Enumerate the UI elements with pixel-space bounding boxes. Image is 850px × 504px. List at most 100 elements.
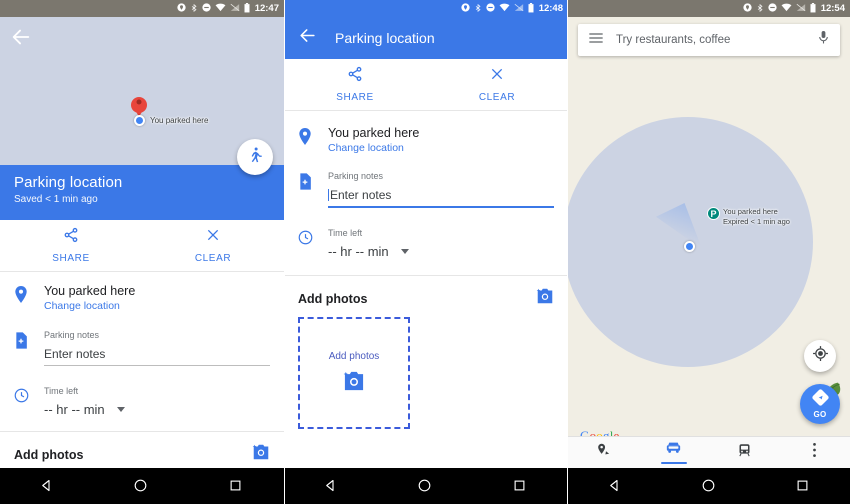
location-row-title: You parked here <box>44 284 136 298</box>
signal-off-icon <box>230 3 240 14</box>
status-bar-clock: 12:48 <box>538 3 563 14</box>
bottom-nav-active-indicator <box>660 461 687 465</box>
add-photos-dropzone-label: Add photos <box>328 350 380 362</box>
change-location-link[interactable]: Change location <box>328 142 554 154</box>
go-button[interactable]: GO <box>800 384 840 424</box>
my-location-button[interactable] <box>804 340 836 372</box>
share-button[interactable]: SHARE <box>284 59 426 110</box>
status-bar: 12:54 <box>568 0 850 17</box>
do-not-disturb-icon <box>486 3 495 14</box>
time-left-value: -- hr -- min <box>44 402 105 417</box>
walking-directions-fab[interactable] <box>237 139 273 175</box>
time-left-select[interactable]: -- hr -- min <box>44 402 270 417</box>
clear-button-label: CLEAR <box>478 92 516 103</box>
bottom-nav-item-transit[interactable] <box>709 443 780 463</box>
close-icon <box>205 227 221 248</box>
change-location-link[interactable]: Change location <box>44 300 270 312</box>
go-button-label: GO <box>813 410 827 419</box>
add-photos-header: Add photos <box>284 276 568 317</box>
close-icon <box>489 66 505 87</box>
signal-off-icon <box>796 3 806 14</box>
chevron-down-icon <box>116 407 125 412</box>
notes-field-label: Parking notes <box>328 171 384 181</box>
share-icon <box>347 66 363 87</box>
battery-icon <box>528 2 534 15</box>
parking-pin-icon <box>131 97 147 113</box>
parking-marker[interactable]: You parked here <box>131 97 208 126</box>
walking-person-icon <box>246 146 264 169</box>
battery-icon <box>244 2 250 15</box>
microphone-icon[interactable] <box>817 30 830 50</box>
app-bar-title: Parking location <box>335 30 435 46</box>
search-bar[interactable]: Try restaurants, coffee <box>578 24 840 56</box>
notes-row[interactable]: Parking notes Enter notes <box>284 154 568 208</box>
bottom-navigation-bar <box>568 436 850 468</box>
back-arrow-icon[interactable] <box>10 26 32 48</box>
bottom-nav-item-explore[interactable] <box>568 443 639 462</box>
clock-icon <box>298 228 328 259</box>
share-icon <box>63 227 79 248</box>
location-row[interactable]: You parked here Change location <box>284 111 568 154</box>
clock-icon <box>14 386 44 417</box>
signal-off-icon <box>514 3 524 14</box>
wifi-icon <box>781 3 792 14</box>
notes-row[interactable]: Parking notes Enter notes <box>0 312 284 366</box>
back-arrow-icon[interactable] <box>298 26 317 50</box>
share-button[interactable]: SHARE <box>0 220 142 271</box>
status-bar: 12:48 <box>284 0 568 17</box>
bluetooth-icon <box>190 3 198 15</box>
parking-badge-icon: P <box>707 207 720 220</box>
nav-recents-square-icon[interactable] <box>795 478 812 495</box>
nav-back-triangle-icon[interactable] <box>39 478 56 495</box>
bottom-nav-item-driving[interactable] <box>639 441 710 465</box>
clear-button[interactable]: CLEAR <box>426 59 568 110</box>
action-bar: SHARE CLEAR <box>0 220 284 272</box>
location-row-title: You parked here <box>328 126 420 140</box>
time-left-label: Time left <box>328 228 363 238</box>
notes-input-placeholder: Enter notes <box>330 188 392 202</box>
note-add-icon <box>298 171 328 208</box>
parking-marker-label: You parked here Expired < 1 min ago <box>723 207 790 227</box>
nav-home-circle-icon[interactable] <box>133 478 150 495</box>
share-button-label: SHARE <box>52 253 90 264</box>
status-bar: 12:47 <box>0 0 284 17</box>
notes-input[interactable]: Enter notes <box>328 188 554 208</box>
bottom-nav-item-more[interactable] <box>780 442 850 463</box>
place-pin-icon <box>14 284 44 312</box>
time-left-row[interactable]: Time left -- hr -- min <box>0 366 284 417</box>
nav-recents-square-icon[interactable] <box>228 478 245 495</box>
status-bar-clock: 12:47 <box>254 3 279 14</box>
add-photo-camera-icon <box>343 371 365 396</box>
time-left-row[interactable]: Time left -- hr -- min <box>284 208 568 259</box>
nav-recents-square-icon[interactable] <box>512 478 529 495</box>
status-bar-clock: 12:54 <box>820 3 845 14</box>
share-button-label: SHARE <box>336 92 374 103</box>
time-left-select[interactable]: -- hr -- min <box>328 244 554 259</box>
clear-button[interactable]: CLEAR <box>142 220 284 271</box>
add-photo-camera-icon[interactable] <box>536 288 554 309</box>
nav-home-circle-icon[interactable] <box>417 478 434 495</box>
android-navigation-bar <box>284 468 568 504</box>
location-icon <box>743 3 752 14</box>
panel-parking-location-map: 12:47 You parked here Parking location S… <box>0 0 284 504</box>
parking-marker[interactable]: P You parked here Expired < 1 min ago <box>707 207 790 227</box>
nav-back-triangle-icon[interactable] <box>607 478 624 495</box>
location-row[interactable]: You parked here Change location <box>0 272 284 312</box>
app-bar: Parking location <box>284 17 568 59</box>
panel-parking-details-form: 12:48 Parking location SHARE CLEAR You p… <box>284 0 568 504</box>
add-photo-camera-icon[interactable] <box>252 444 270 465</box>
nav-home-circle-icon[interactable] <box>701 478 718 495</box>
search-input[interactable]: Try restaurants, coffee <box>616 34 805 46</box>
add-photos-dropzone[interactable]: Add photos <box>298 317 410 429</box>
hamburger-menu-icon[interactable] <box>588 31 604 49</box>
time-left-value: -- hr -- min <box>328 244 389 259</box>
action-bar: SHARE CLEAR <box>284 59 568 111</box>
navigation-arrow-icon <box>811 389 829 411</box>
nav-back-triangle-icon[interactable] <box>323 478 340 495</box>
chevron-down-icon <box>400 249 409 254</box>
notes-input[interactable]: Enter notes <box>44 347 270 366</box>
overflow-menu-icon <box>812 442 817 463</box>
location-icon <box>461 3 470 14</box>
clear-button-label: CLEAR <box>194 253 232 264</box>
time-left-label: Time left <box>44 386 79 396</box>
